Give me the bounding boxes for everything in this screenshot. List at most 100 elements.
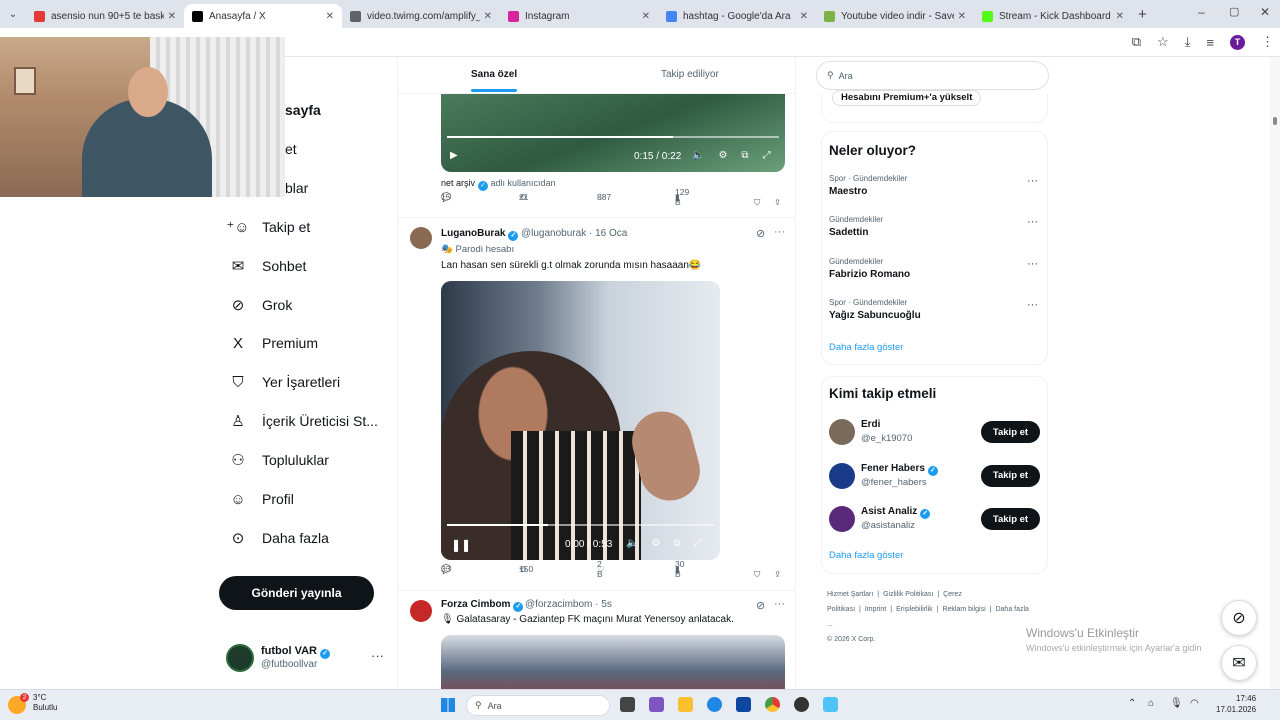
tweet-author-name[interactable]: LuganoBurak ✓ — [441, 228, 519, 241]
bookmark-star-icon[interactable]: ☆ — [1157, 34, 1169, 50]
sidebar-item-bell[interactable]: 🔔et — [228, 139, 297, 159]
browser-tab[interactable]: Instagram ✕ — [500, 4, 658, 28]
sidebar-item-people[interactable]: ☺blar — [228, 178, 308, 198]
sidebar-item-bookmark[interactable]: ⛉ Yer İşaretleri — [228, 372, 340, 392]
browser-tab[interactable]: asensio nun 90+5 te baskısı ✕ — [26, 4, 184, 28]
trend-item[interactable]: Fabrizio Romano — [829, 269, 910, 280]
footer-link[interactable]: Imprint — [865, 606, 886, 613]
system-clock[interactable]: 17:46 17.01.2026 — [1216, 693, 1256, 715]
maximize-window-button[interactable]: ▢ — [1229, 5, 1239, 18]
more-options-icon[interactable]: ··· — [371, 648, 384, 663]
trend-item[interactable]: Sadettin — [829, 227, 868, 238]
suggestion-name[interactable]: Fener Habers ✓ — [861, 463, 938, 476]
volume-icon[interactable]: 🔈 — [626, 538, 638, 549]
bookmark-icon[interactable]: ⛉ — [754, 569, 760, 580]
pause-icon[interactable]: ❚❚ — [451, 538, 471, 552]
tweet-more-icon[interactable]: ··· — [774, 598, 785, 610]
cast-icon[interactable]: ⧉ — [1132, 34, 1141, 50]
fullscreen-icon[interactable]: ⤢ — [763, 150, 771, 161]
tab-following[interactable]: Takip ediliyor — [661, 69, 719, 80]
volume-icon[interactable]: 🔈 — [692, 150, 704, 161]
close-tab-icon[interactable]: ✕ — [800, 11, 808, 22]
grok-icon[interactable]: ⊘ — [756, 599, 765, 612]
reading-list-icon[interactable]: ≡ — [1206, 35, 1214, 50]
follow-button[interactable]: Takip et — [981, 508, 1040, 530]
share-icon[interactable]: ⇪ — [774, 197, 781, 208]
mic-icon[interactable]: 🎙 — [1170, 698, 1183, 709]
store-icon[interactable] — [736, 697, 751, 712]
browser-tab[interactable]: video.twimg.com/amplify_vide ✕ — [342, 4, 500, 28]
tweet-author-avatar[interactable] — [410, 600, 432, 622]
post-button[interactable]: Gönderi yayınla — [219, 576, 374, 610]
follow-button[interactable]: Takip et — [981, 464, 1040, 487]
download-icon[interactable]: ⤓ — [1185, 34, 1191, 50]
close-tab-icon[interactable]: ✕ — [642, 11, 650, 22]
browser-menu-icon[interactable]: ⋮ — [1261, 34, 1274, 50]
suggestion-avatar[interactable] — [829, 506, 855, 532]
trends-show-more-link[interactable]: Daha fazla göster — [829, 342, 903, 353]
weather-widget[interactable]: 3°C Bulutlu — [33, 693, 57, 713]
account-switcher[interactable]: futbol VAR ✓ @futboollvar ··· — [226, 642, 386, 676]
footer-link[interactable]: Hizmet Şartları — [827, 591, 873, 598]
sidebar-item-person-add[interactable]: ⁺☺ Takip et — [226, 217, 310, 237]
close-tab-icon[interactable]: ✕ — [958, 11, 966, 22]
trend-more-icon[interactable]: ··· — [1027, 299, 1038, 311]
edge-icon[interactable] — [707, 697, 722, 712]
messages-floating-button[interactable]: ✉ — [1221, 645, 1257, 681]
suggestion-avatar[interactable] — [829, 419, 855, 445]
trend-more-icon[interactable]: ··· — [1027, 175, 1038, 187]
tweet-image[interactable] — [441, 635, 785, 689]
close-tab-icon[interactable]: ✕ — [326, 11, 334, 22]
search-input[interactable]: ⚲ Ara — [816, 61, 1049, 90]
trend-item[interactable]: Yağız Sabuncuoğlu — [829, 310, 921, 321]
chrome-icon[interactable] — [765, 697, 780, 712]
minimize-window-button[interactable]: – — [1198, 5, 1205, 19]
footer-link[interactable]: Erişilebilirlik — [896, 606, 933, 613]
tab-for-you[interactable]: Sana özel — [471, 69, 518, 92]
follow-button[interactable]: Takip et — [981, 421, 1040, 443]
browser-tab[interactable]: hashtag - Google'da Ara ✕ — [658, 4, 816, 28]
sidebar-item-mail[interactable]: ✉ Sohbet — [228, 256, 307, 276]
obs-icon[interactable] — [794, 697, 809, 712]
close-tab-icon[interactable]: ✕ — [1116, 11, 1124, 22]
sidebar-item-creator[interactable]: ♙ İçerik Üreticisi St... — [228, 411, 378, 431]
wifi-icon[interactable]: ◠ — [1190, 698, 1199, 709]
browser-tab[interactable]: Youtube video indir - Savefrom ✕ — [816, 4, 974, 28]
pip-icon[interactable]: ⧉ — [673, 538, 680, 549]
play-icon[interactable]: ▶ — [450, 150, 458, 161]
suggestion-name[interactable]: Asist Analiz ✓ — [861, 506, 931, 519]
page-scrollbar[interactable] — [1270, 57, 1280, 689]
sidebar-item-home[interactable]: ⌂sayfa — [228, 100, 321, 120]
who-to-follow-show-more-link[interactable]: Daha fazla göster — [829, 550, 903, 561]
settings-gear-icon[interactable]: ⚙ — [718, 150, 727, 161]
sidebar-item-more-circle[interactable]: ⊙ Daha fazla — [228, 528, 329, 548]
taskbar-search-box[interactable]: ⚲ Ara — [466, 695, 610, 716]
trend-more-icon[interactable]: ··· — [1027, 216, 1038, 228]
tweet-author-name[interactable]: Forza Cimbom ✓ — [441, 599, 524, 612]
trend-more-icon[interactable]: ··· — [1027, 258, 1038, 270]
footer-link[interactable]: Gizlilik Politikası — [883, 591, 933, 598]
browser-tab[interactable]: Stream - Kick Dashboard ✕ — [974, 4, 1132, 28]
sidebar-item-profile[interactable]: ☺ Profil — [228, 489, 294, 509]
network-icon[interactable]: ⌂ — [1148, 698, 1154, 709]
sidebar-item-x-logo[interactable]: X Premium — [228, 333, 318, 353]
upgrade-premium-button[interactable]: Hesabını Premium+'a yükselt — [832, 90, 982, 106]
close-tab-icon[interactable]: ✕ — [484, 11, 492, 22]
settings-gear-icon[interactable]: ⚙ — [651, 538, 660, 549]
video-source-line[interactable]: net arşiv ✓ adlı kullanıcıdan — [441, 178, 556, 191]
tab-list-chevron-icon[interactable]: ⌄ — [0, 9, 26, 20]
scrollbar-thumb[interactable] — [1273, 117, 1277, 125]
close-window-button[interactable]: ✕ — [1260, 5, 1270, 19]
close-tab-icon[interactable]: ✕ — [168, 11, 176, 22]
tweet-author-avatar[interactable] — [410, 227, 432, 249]
file-explorer-icon[interactable] — [678, 697, 693, 712]
pip-icon[interactable]: ⧉ — [741, 150, 748, 161]
sidebar-item-communities[interactable]: ⚇ Topluluklar — [228, 450, 329, 470]
browser-tab[interactable]: Anasayfa / X ✕ — [184, 4, 342, 28]
fullscreen-icon[interactable]: ⤢ — [694, 538, 702, 549]
sidebar-item-grok[interactable]: ⊘ Grok — [228, 295, 293, 315]
new-tab-button[interactable]: + — [1138, 6, 1147, 23]
tray-chevron-icon[interactable]: ⌃ — [1128, 698, 1136, 709]
browser-profile-avatar[interactable]: T — [1230, 34, 1245, 50]
share-icon[interactable]: ⇪ — [774, 569, 781, 580]
